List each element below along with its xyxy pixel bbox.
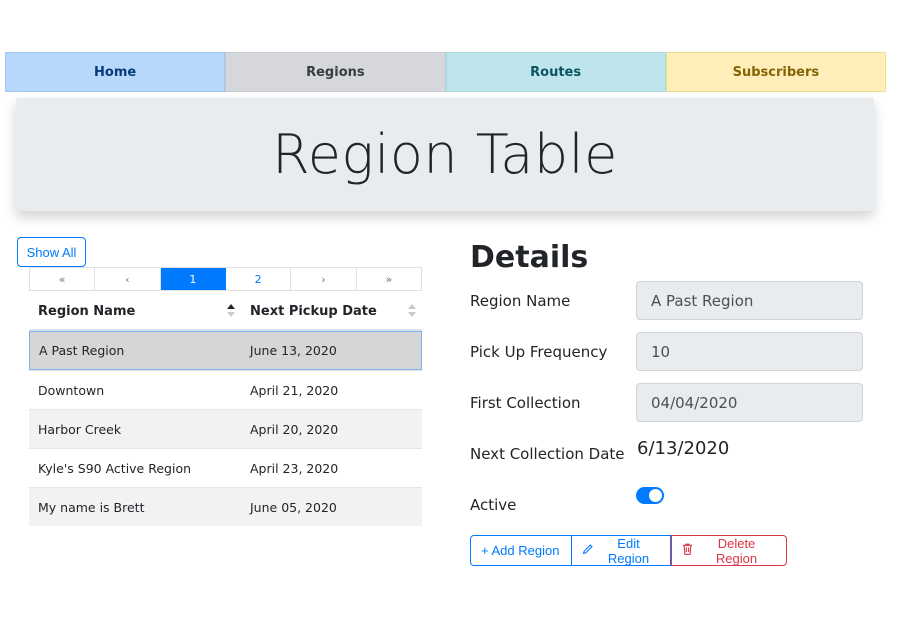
add-region-button[interactable]: + Add Region bbox=[470, 535, 572, 566]
pickup-date-cell: April 20, 2020 bbox=[250, 421, 339, 437]
next-collection-value: 6/13/2020 bbox=[637, 438, 730, 459]
toggle-knob bbox=[649, 489, 662, 502]
column-header-next-pickup-date[interactable]: Next Pickup Date bbox=[241, 293, 422, 329]
pager-next[interactable]: › bbox=[291, 268, 357, 290]
edit-region-label: Edit Region bbox=[607, 535, 650, 566]
details-heading: Details bbox=[470, 240, 589, 275]
sort-ascending-icon bbox=[227, 304, 235, 318]
column-header-label: Next Pickup Date bbox=[250, 303, 377, 319]
delete-region-button[interactable]: Delete Region bbox=[671, 535, 787, 566]
active-label: Active bbox=[470, 496, 517, 514]
pencil-icon bbox=[582, 543, 593, 558]
pager-prev[interactable]: ‹ bbox=[95, 268, 161, 290]
next-collection-label: Next Collection Date bbox=[470, 445, 625, 463]
nav-routes-tab[interactable]: Routes bbox=[445, 52, 666, 92]
table-row[interactable]: Harbor Creek April 20, 2020 bbox=[29, 409, 422, 448]
region-name-cell: A Past Region bbox=[39, 343, 125, 358]
trash-icon bbox=[682, 543, 693, 558]
table-header: Region Name Next Pickup Date bbox=[29, 293, 422, 331]
region-name-cell: Downtown bbox=[38, 382, 105, 398]
delete-region-label: Delete Region bbox=[715, 535, 758, 566]
region-name-cell: Kyle's S90 Active Region bbox=[38, 460, 192, 476]
region-name-field[interactable]: A Past Region bbox=[636, 281, 863, 320]
active-toggle[interactable] bbox=[636, 487, 664, 504]
region-name-cell: My name is Brett bbox=[38, 499, 145, 515]
add-region-label: + Add Region bbox=[481, 543, 560, 558]
pager-page-2[interactable]: 2 bbox=[226, 268, 292, 290]
region-name-label: Region Name bbox=[470, 292, 571, 310]
region-table: Region Name Next Pickup Date A Past Regi… bbox=[29, 293, 422, 526]
page-title: Region Table bbox=[272, 123, 618, 186]
nav-subscribers-tab[interactable]: Subscribers bbox=[665, 52, 886, 92]
first-collection-label: First Collection bbox=[470, 394, 581, 412]
nav-home-tab[interactable]: Home bbox=[5, 52, 226, 92]
region-actions: + Add Region Edit Region Delete Region bbox=[470, 535, 787, 566]
pickup-frequency-field[interactable]: 10 bbox=[636, 332, 863, 371]
pickup-date-cell: June 05, 2020 bbox=[250, 499, 337, 515]
pager-page-1[interactable]: 1 bbox=[160, 268, 226, 290]
page-header: Region Table bbox=[16, 98, 874, 211]
pickup-date-cell: April 23, 2020 bbox=[250, 460, 339, 476]
pickup-date-cell: June 13, 2020 bbox=[249, 343, 337, 358]
table-row[interactable]: Downtown April 21, 2020 bbox=[29, 370, 422, 409]
column-header-region-name[interactable]: Region Name bbox=[29, 293, 241, 329]
main-nav: Home Regions Routes Subscribers bbox=[5, 52, 886, 92]
table-row[interactable]: My name is Brett June 05, 2020 bbox=[29, 487, 422, 526]
nav-regions-tab[interactable]: Regions bbox=[225, 52, 446, 92]
table-row[interactable]: Kyle's S90 Active Region April 23, 2020 bbox=[29, 448, 422, 487]
region-name-cell: Harbor Creek bbox=[38, 421, 122, 437]
sort-icon bbox=[408, 304, 416, 318]
table-row[interactable]: A Past Region June 13, 2020 bbox=[29, 331, 422, 370]
first-collection-field[interactable]: 04/04/2020 bbox=[636, 383, 863, 422]
column-header-label: Region Name bbox=[38, 303, 136, 319]
show-all-button[interactable]: Show All bbox=[17, 237, 86, 267]
pager-first[interactable]: « bbox=[30, 268, 96, 290]
edit-region-button[interactable]: Edit Region bbox=[572, 535, 671, 566]
pager-last[interactable]: » bbox=[357, 268, 421, 290]
pagination: « ‹ 1 2 › » bbox=[29, 267, 422, 291]
pickup-date-cell: April 21, 2020 bbox=[250, 382, 339, 398]
pickup-frequency-label: Pick Up Frequency bbox=[470, 343, 608, 361]
